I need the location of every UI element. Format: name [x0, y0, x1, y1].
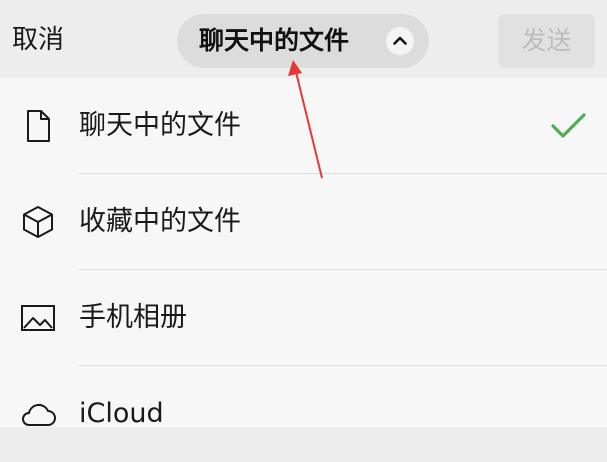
- checkmark-icon: [548, 108, 588, 144]
- send-button[interactable]: 发送: [498, 14, 595, 68]
- list-item-icloud[interactable]: iCloud: [0, 366, 607, 462]
- document-icon: [18, 106, 58, 146]
- list-item-chat-files[interactable]: 聊天中的文件: [0, 78, 607, 174]
- list-item-label: 聊天中的文件: [79, 110, 241, 141]
- image-icon: [18, 298, 58, 338]
- list-item-label: iCloud: [79, 398, 164, 429]
- source-switcher[interactable]: 聊天中的文件: [177, 14, 429, 68]
- cube-icon: [18, 202, 58, 242]
- send-button-label: 发送: [521, 26, 572, 55]
- cancel-button[interactable]: 取消: [12, 22, 64, 58]
- file-source-list: 聊天中的文件 收藏中的文件 手机相册 iCloud: [0, 78, 607, 429]
- list-item-photo-album[interactable]: 手机相册: [0, 270, 607, 366]
- top-bar: 取消 聊天中的文件 发送: [0, 0, 607, 78]
- list-item-favorite-files[interactable]: 收藏中的文件: [0, 174, 607, 270]
- cloud-icon: [18, 394, 58, 434]
- list-item-label: 手机相册: [79, 302, 187, 333]
- list-item-label: 收藏中的文件: [79, 206, 241, 237]
- chevron-up-icon[interactable]: [386, 27, 414, 55]
- source-title: 聊天中的文件: [199, 26, 350, 55]
